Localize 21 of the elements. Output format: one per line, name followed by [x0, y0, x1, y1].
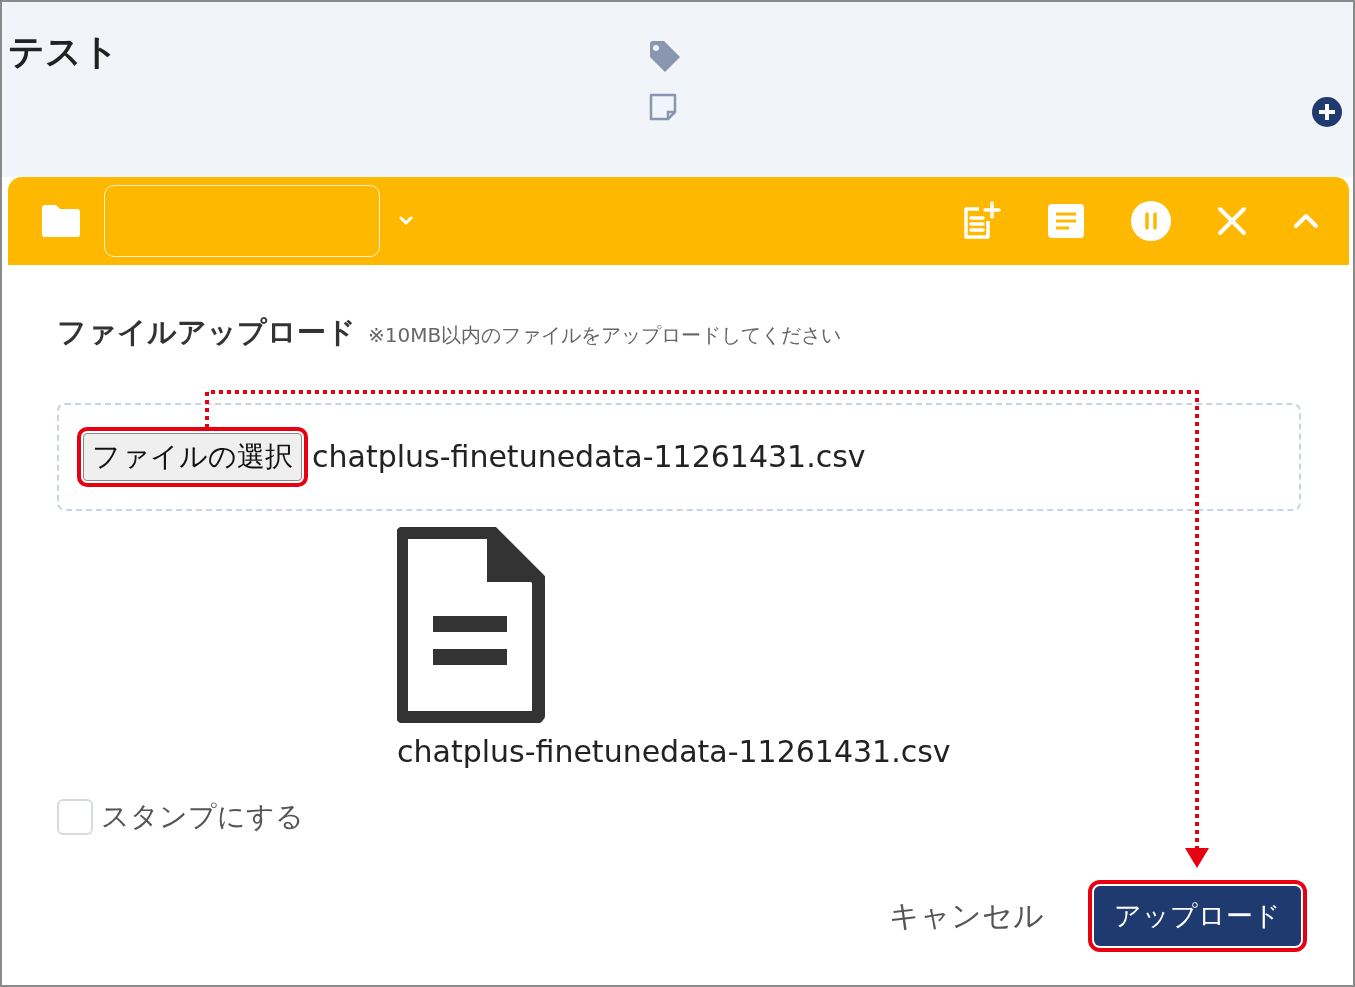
caret-icon[interactable]	[398, 215, 414, 227]
pause-icon[interactable]	[1131, 201, 1171, 241]
preview-file-name: chatplus-finetunedata-11261431.csv	[397, 732, 951, 771]
document-icon[interactable]	[1047, 203, 1085, 239]
add-icon[interactable]	[1311, 96, 1343, 128]
section-title: ファイルアップロード	[57, 314, 356, 351]
add-note-icon[interactable]	[961, 201, 1001, 241]
chevron-up-icon[interactable]	[1293, 213, 1319, 229]
stamp-label: スタンプにする	[101, 798, 304, 835]
page-title: テスト	[8, 30, 119, 74]
note-icon[interactable]	[648, 92, 678, 122]
chosen-file-name: chatplus-finetunedata-11261431.csv	[312, 438, 866, 476]
folder-field[interactable]	[104, 185, 380, 257]
size-note: ※10MB以内のファイルをアップロードしてください	[368, 322, 842, 349]
file-drop-area[interactable]: ファイルの選択 chatplus-finetunedata-11261431.csv	[57, 402, 1301, 511]
cancel-button[interactable]: キャンセル	[883, 892, 1050, 940]
close-icon[interactable]	[1217, 206, 1247, 236]
folder-icon[interactable]	[40, 204, 82, 238]
stamp-checkbox[interactable]	[57, 798, 93, 835]
tag-icon[interactable]	[648, 40, 682, 74]
file-icon	[397, 526, 545, 723]
